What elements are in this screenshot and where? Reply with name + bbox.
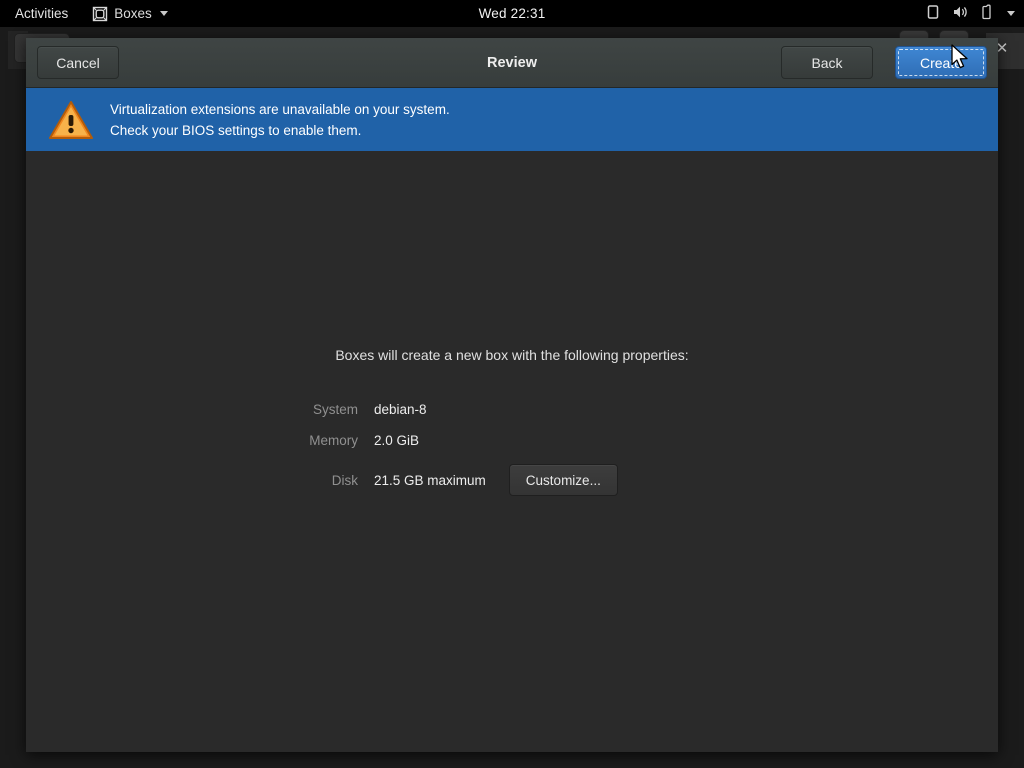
gnome-top-bar: Activities Boxes Wed 22:31 (0, 0, 1024, 27)
dialog-header-bar: Cancel Review Back Create (26, 38, 998, 88)
property-value-disk: 21.5 GB maximum (374, 473, 486, 488)
screen-icon (926, 4, 940, 23)
property-row-system: System debian-8 (296, 394, 636, 425)
property-label-disk: Disk (296, 473, 374, 488)
clock-button[interactable]: Wed 22:31 (0, 0, 1024, 27)
summary-section: Boxes will create a new box with the fol… (26, 347, 998, 504)
create-button-label: Create (920, 55, 962, 71)
dialog-title-label: Review (487, 55, 537, 71)
create-button[interactable]: Create (895, 46, 987, 79)
warning-line-2: Check your BIOS settings to enable them. (110, 120, 450, 141)
property-row-disk: Disk 21.5 GB maximum Customize... (296, 456, 636, 504)
warning-line-1: Virtualization extensions are unavailabl… (110, 99, 450, 120)
warning-message: Virtualization extensions are unavailabl… (110, 99, 450, 141)
dialog-body: Boxes will create a new box with the fol… (26, 151, 998, 751)
chevron-down-icon[interactable] (1007, 11, 1015, 16)
customize-button[interactable]: Customize... (509, 464, 618, 496)
summary-intro-text: Boxes will create a new box with the fol… (26, 347, 998, 363)
properties-list: System debian-8 Memory 2.0 GiB Disk 21.5… (296, 394, 636, 504)
battery-icon (981, 4, 993, 23)
warning-triangle-icon (48, 99, 94, 141)
desktop-screen: ✕ Activities Boxes (0, 0, 1024, 768)
clock-label: Wed 22:31 (479, 6, 546, 21)
system-status-area[interactable] (926, 0, 1015, 27)
property-value-system: debian-8 (374, 402, 427, 417)
property-label-memory: Memory (296, 433, 374, 448)
warning-banner: Virtualization extensions are unavailabl… (26, 88, 998, 151)
review-dialog: Cancel Review Back Create Virtualizatio (26, 38, 998, 752)
back-button[interactable]: Back (781, 46, 873, 79)
property-value-memory: 2.0 GiB (374, 433, 419, 448)
volume-icon (952, 4, 969, 23)
property-row-memory: Memory 2.0 GiB (296, 425, 636, 456)
property-label-system: System (296, 402, 374, 417)
